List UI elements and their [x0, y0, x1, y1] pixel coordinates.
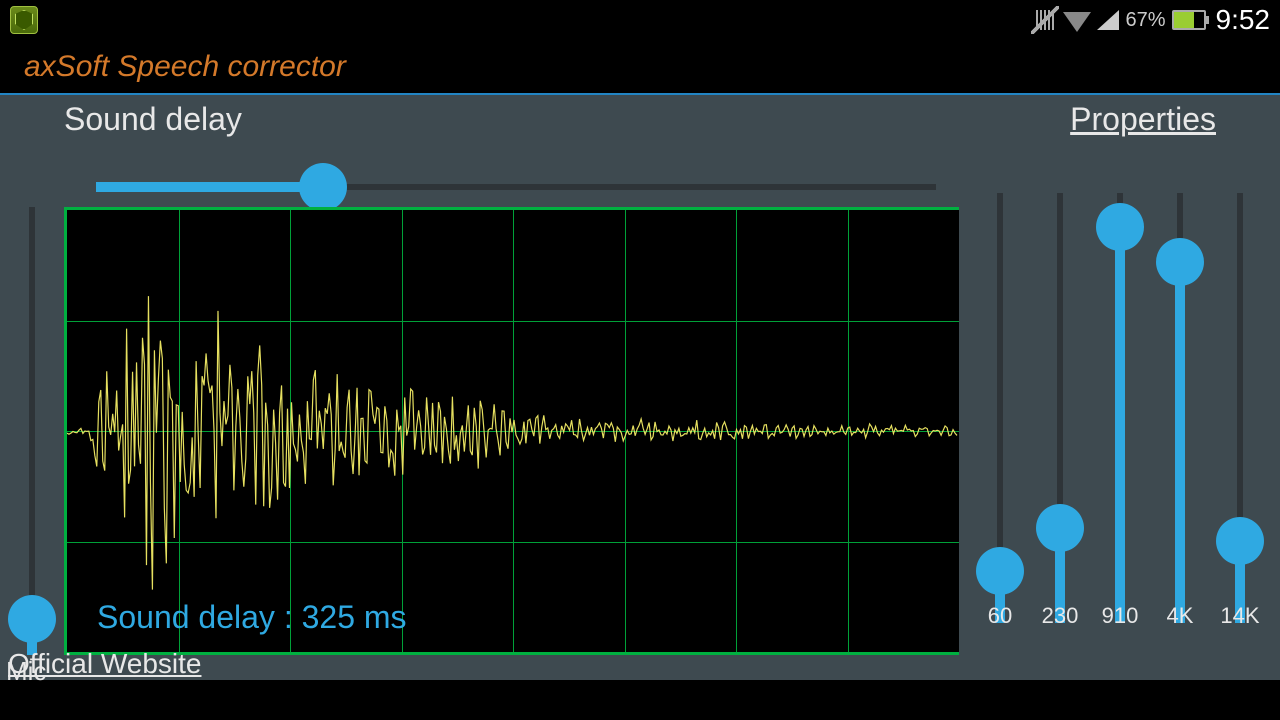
eq-label: 14K	[1210, 603, 1270, 629]
eq-label: 910	[1090, 603, 1150, 629]
slider-thumb[interactable]	[8, 595, 56, 643]
wifi-icon	[1063, 12, 1091, 32]
slider-track	[29, 207, 35, 655]
equalizer: 602309104K14K	[970, 145, 1270, 645]
eq-slider-4K[interactable]: 4K	[1150, 193, 1210, 623]
clock: 9:52	[1216, 4, 1271, 36]
mic-slider[interactable]: Mic	[0, 207, 64, 655]
slider-thumb[interactable]	[299, 163, 347, 211]
eq-slider-230[interactable]: 230	[1030, 193, 1090, 623]
slider-thumb[interactable]	[1096, 203, 1144, 251]
official-website-link[interactable]: Official Website	[8, 648, 201, 680]
eq-slider-910[interactable]: 910	[1090, 193, 1150, 623]
properties-link[interactable]: Properties	[1070, 101, 1216, 138]
app-title-bar: axSoft Speech corrector	[0, 40, 1280, 95]
waveform-panel: Sound delay : 325 ms	[64, 207, 962, 655]
slider-fill	[1175, 262, 1185, 623]
slider-thumb[interactable]	[1156, 238, 1204, 286]
app-title: axSoft Speech corrector	[24, 50, 346, 84]
slider-thumb[interactable]	[1036, 504, 1084, 552]
eq-label: 60	[970, 603, 1030, 629]
eq-slider-60[interactable]: 60	[970, 193, 1030, 623]
eq-label: 230	[1030, 603, 1090, 629]
main-panel: Sound delay Properties Mic Sound delay :…	[0, 95, 1280, 680]
battery-icon	[1172, 10, 1206, 30]
shield-icon	[10, 6, 38, 34]
slider-thumb[interactable]	[1216, 517, 1264, 565]
vibrate-silent-icon	[1033, 8, 1057, 32]
sound-delay-label: Sound delay	[64, 101, 242, 138]
sound-delay-slider[interactable]	[96, 167, 936, 207]
eq-slider-14K[interactable]: 14K	[1210, 193, 1270, 623]
waveform-graphic	[67, 210, 959, 652]
cell-signal-icon	[1097, 10, 1119, 30]
slider-fill	[96, 182, 323, 192]
slider-fill	[1115, 227, 1125, 623]
battery-percent: 67%	[1125, 9, 1165, 32]
status-bar: 67% 9:52	[0, 0, 1280, 40]
eq-label: 4K	[1150, 603, 1210, 629]
delay-readout: Sound delay : 325 ms	[97, 599, 407, 636]
slider-thumb[interactable]	[976, 547, 1024, 595]
